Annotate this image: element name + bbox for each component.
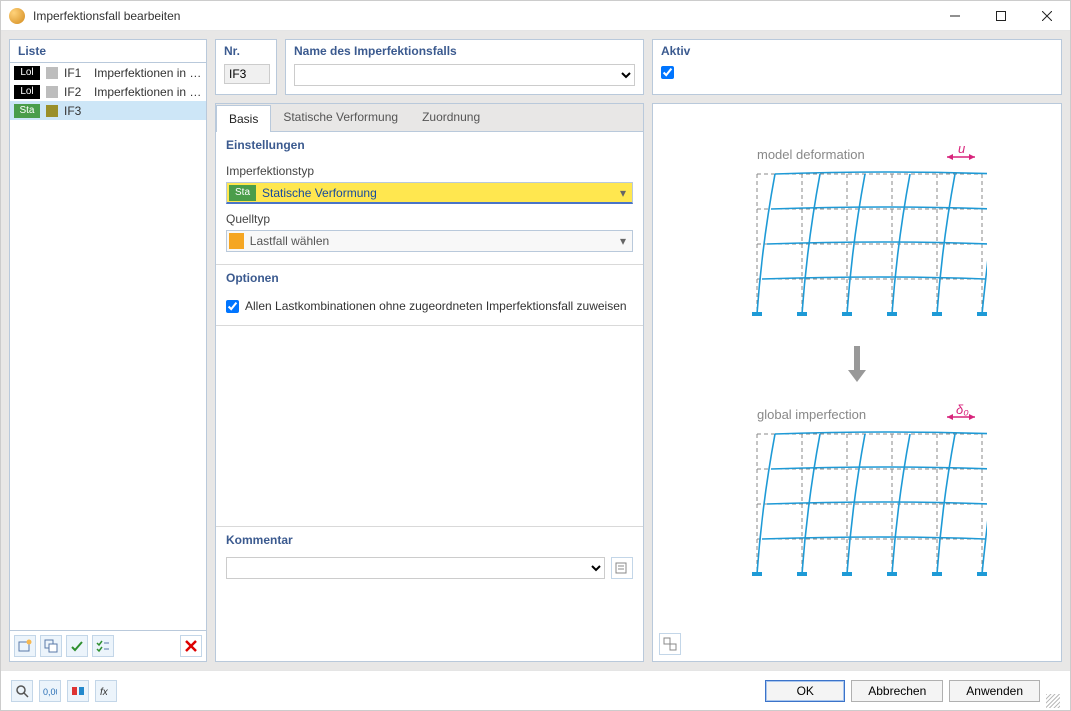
titlebar: Imperfektionsfall bearbeiten xyxy=(1,1,1070,31)
check-one-button[interactable] xyxy=(66,635,88,657)
nr-box: Nr. xyxy=(215,39,277,95)
tabs: BasisStatische VerformungZuordnung xyxy=(216,104,643,131)
diagram-top-label: model deformation xyxy=(757,147,865,162)
imperfektionstyp-value: Statische Verformung xyxy=(256,186,614,200)
list-item[interactable]: Sta IF3 xyxy=(10,101,206,120)
left-column: BasisStatische VerformungZuordnung Einst… xyxy=(215,103,644,662)
svg-text:fx: fx xyxy=(100,687,109,698)
nr-label: Nr. xyxy=(216,40,276,62)
list-swatch xyxy=(46,86,58,98)
ok-button[interactable]: OK xyxy=(765,680,845,702)
optionen-section: Optionen Allen Lastkombinationen ohne zu… xyxy=(216,265,643,326)
minimize-button[interactable] xyxy=(932,1,978,30)
apply-button[interactable]: Anwenden xyxy=(949,680,1040,702)
optionen-title: Optionen xyxy=(216,265,643,291)
assign-all-checkbox[interactable] xyxy=(226,300,239,313)
chevron-down-icon[interactable]: ▾ xyxy=(614,186,632,200)
right-column: model deformation u xyxy=(652,103,1062,662)
close-button[interactable] xyxy=(1024,1,1070,30)
imperfektionstyp-combo[interactable]: Sta Statische Verformung ▾ xyxy=(226,182,633,204)
sidebar-footer xyxy=(10,630,206,661)
tab-body: Einstellungen Imperfektionstyp Sta Stati… xyxy=(216,131,643,661)
body-columns: BasisStatische VerformungZuordnung Einst… xyxy=(215,103,1062,662)
aktiv-box: Aktiv xyxy=(652,39,1062,95)
svg-text:u: u xyxy=(958,144,965,156)
kommentar-select[interactable] xyxy=(226,557,605,579)
assign-all-label: Allen Lastkombinationen ohne zugeordnete… xyxy=(245,299,627,313)
bottombar: 0,00 fx OK Abbrechen Anwenden xyxy=(1,670,1070,710)
chevron-down-icon[interactable]: ▾ xyxy=(614,234,632,248)
einstellungen-section: Einstellungen Imperfektionstyp Sta Stati… xyxy=(216,132,643,265)
check-list-button[interactable] xyxy=(92,635,114,657)
content: Nr. Name des Imperfektionsfalls Aktiv Ba… xyxy=(215,39,1062,662)
imperfektionstyp-label: Imperfektionstyp xyxy=(226,164,633,178)
list-tag: Lol xyxy=(14,66,40,80)
quelltyp-combo[interactable]: Lastfall wählen ▾ xyxy=(226,230,633,252)
name-box: Name des Imperfektionsfalls xyxy=(285,39,644,95)
quelltyp-label: Quelltyp xyxy=(226,212,633,226)
palette-button[interactable] xyxy=(67,680,89,702)
diagram-area: model deformation u xyxy=(653,104,1061,627)
kommentar-edit-button[interactable] xyxy=(611,557,633,579)
new-item-button[interactable] xyxy=(14,635,36,657)
tab-basis[interactable]: Basis xyxy=(216,105,271,132)
sidebar: Liste Lol IF1 Imperfektionen in +Y Lol IF2 Im… xyxy=(9,39,207,662)
list-swatch xyxy=(46,67,58,79)
imperfektionstyp-tag: Sta xyxy=(229,185,256,201)
list-tag: Lol xyxy=(14,85,40,99)
name-label: Name des Imperfektionsfalls xyxy=(286,40,643,62)
tab-statische-verformung[interactable]: Statische Verformung xyxy=(271,104,410,131)
svg-text:0,00: 0,00 xyxy=(43,687,57,697)
copy-item-button[interactable] xyxy=(40,635,62,657)
quelltyp-swatch xyxy=(229,233,244,249)
main-area: Liste Lol IF1 Imperfektionen in +Y Lol IF2 Im… xyxy=(1,31,1070,670)
aktiv-checkbox[interactable] xyxy=(661,66,674,79)
model-deformation-diagram: model deformation u xyxy=(727,144,987,324)
list-tag: Sta xyxy=(14,104,40,118)
sidebar-list[interactable]: Lol IF1 Imperfektionen in +Y Lol IF2 Imperfek… xyxy=(10,63,206,630)
kommentar-title: Kommentar xyxy=(216,527,643,553)
window-title: Imperfektionsfall bearbeiten xyxy=(33,9,932,23)
units-button[interactable]: 0,00 xyxy=(39,680,61,702)
tab-zuordnung[interactable]: Zuordnung xyxy=(410,104,492,131)
fx-button[interactable]: fx xyxy=(95,680,117,702)
aktiv-label: Aktiv xyxy=(653,40,1061,62)
delete-button[interactable] xyxy=(180,635,202,657)
cancel-button[interactable]: Abbrechen xyxy=(851,680,943,702)
top-row: Nr. Name des Imperfektionsfalls Aktiv xyxy=(215,39,1062,95)
list-num: IF3 xyxy=(64,104,88,118)
sidebar-header: Liste xyxy=(10,40,206,63)
resize-grip[interactable] xyxy=(1046,694,1060,708)
quelltyp-value: Lastfall wählen xyxy=(244,234,614,248)
name-select[interactable] xyxy=(294,64,635,86)
arrow-down-icon xyxy=(842,344,872,384)
list-item[interactable]: Lol IF1 Imperfektionen in +Y xyxy=(10,63,206,82)
einstellungen-title: Einstellungen xyxy=(216,132,643,158)
list-text: Imperfektionen in +Y xyxy=(94,66,202,80)
global-imperfection-diagram: global imperfection δ₀ xyxy=(727,404,987,584)
svg-text:δ₀: δ₀ xyxy=(956,404,969,417)
app-icon xyxy=(9,8,25,24)
search-button[interactable] xyxy=(11,680,33,702)
list-num: IF1 xyxy=(64,66,88,80)
diagram-bottom-label: global imperfection xyxy=(757,407,866,422)
kommentar-section: Kommentar xyxy=(216,526,643,589)
list-num: IF2 xyxy=(64,85,88,99)
list-text: Imperfektionen in +X xyxy=(94,85,202,99)
nr-input[interactable] xyxy=(224,64,270,84)
list-swatch xyxy=(46,105,58,117)
maximize-button[interactable] xyxy=(978,1,1024,30)
list-item[interactable]: Lol IF2 Imperfektionen in +X xyxy=(10,82,206,101)
diagram-settings-button[interactable] xyxy=(659,633,681,655)
